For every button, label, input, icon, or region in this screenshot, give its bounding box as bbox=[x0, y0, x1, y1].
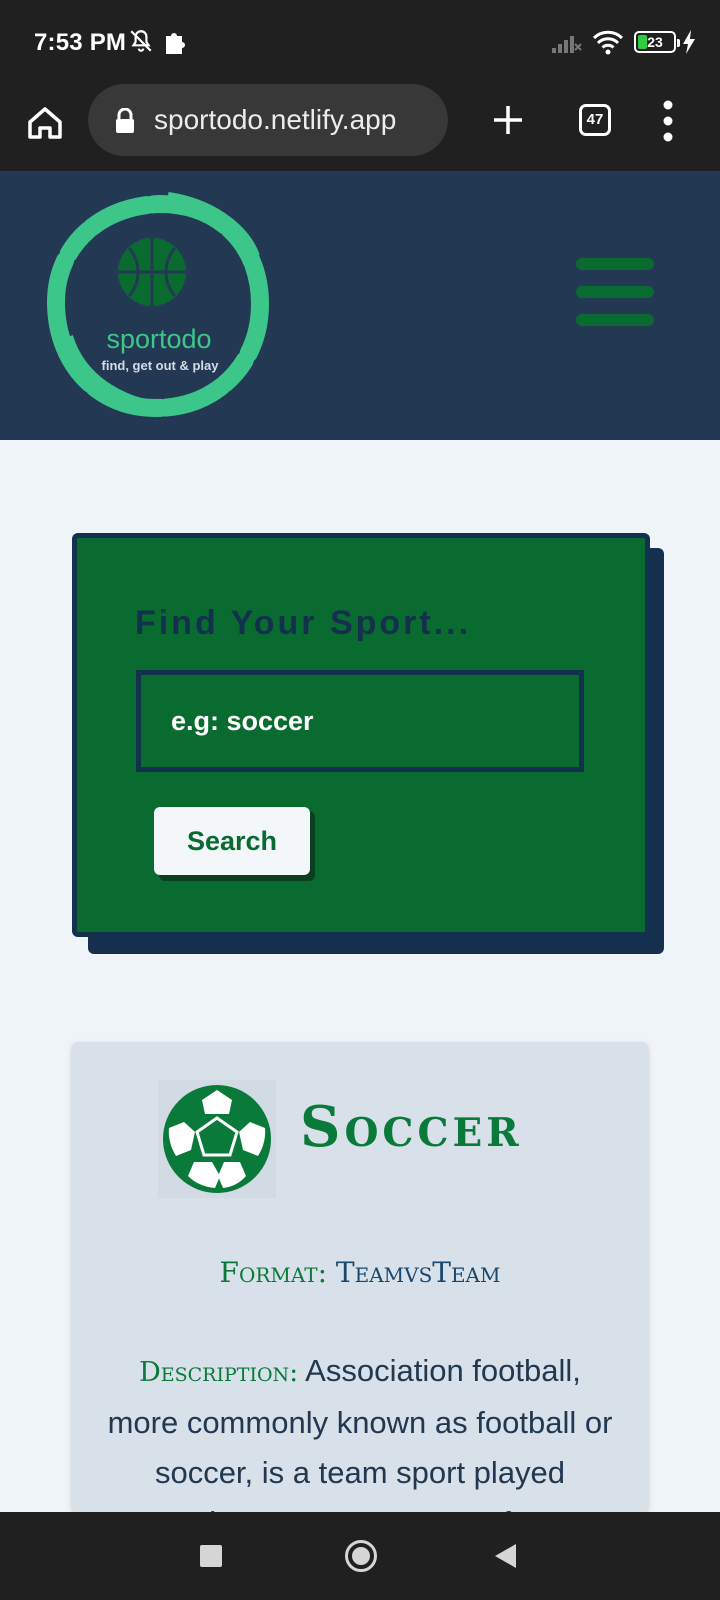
plus-icon[interactable] bbox=[488, 100, 528, 140]
charging-bolt-icon bbox=[681, 30, 697, 59]
wifi-icon bbox=[592, 29, 624, 60]
sportodo-logo[interactable]: sportodo find, get out & play bbox=[40, 186, 280, 426]
soccer-ball-icon bbox=[158, 1080, 276, 1198]
search-title: Find Your Sport... bbox=[135, 604, 472, 642]
battery-nub bbox=[677, 39, 680, 47]
home-icon[interactable] bbox=[24, 102, 66, 144]
basketball-icon bbox=[118, 238, 186, 306]
status-time: 7:53 PM bbox=[34, 29, 127, 56]
hamburger-icon[interactable] bbox=[576, 258, 654, 326]
recents-icon[interactable] bbox=[200, 1545, 222, 1567]
sport-card: Soccer Format: TeamvsTeam Description: A… bbox=[72, 1042, 648, 1512]
address-bar[interactable]: sportodo.netlify.app bbox=[88, 84, 448, 156]
search-input[interactable] bbox=[136, 670, 584, 772]
logo-tagline: find, get out & play bbox=[101, 358, 219, 373]
battery-icon: 23 bbox=[634, 31, 680, 53]
back-icon[interactable] bbox=[495, 1544, 516, 1568]
notifications-off-icon bbox=[128, 28, 154, 59]
hamburger-bar bbox=[576, 286, 654, 298]
sport-title: Soccer bbox=[300, 1094, 523, 1160]
navigation-bar bbox=[0, 1512, 720, 1600]
status-bar: 7:53 PM 23 bbox=[0, 0, 720, 84]
search-button[interactable]: Search bbox=[154, 807, 310, 875]
logo-ring bbox=[46, 192, 270, 418]
sport-format: Format: TeamvsTeam bbox=[72, 1256, 648, 1289]
tabs-icon[interactable]: 47 bbox=[579, 104, 611, 136]
format-value: TeamvsTeam bbox=[335, 1256, 501, 1289]
url-text: sportodo.netlify.app bbox=[154, 104, 397, 135]
puzzle-icon bbox=[163, 29, 187, 60]
format-label: Format: bbox=[219, 1256, 328, 1289]
logo-name: sportodo bbox=[106, 324, 212, 354]
browser-toolbar: sportodo.netlify.app 47 bbox=[0, 84, 720, 172]
description-label: Description: bbox=[139, 1357, 299, 1388]
more-vert-icon[interactable] bbox=[658, 98, 678, 144]
site-header: sportodo find, get out & play bbox=[0, 172, 720, 440]
battery-level: 23 bbox=[647, 34, 663, 50]
search-card: Find Your Sport... Search bbox=[72, 533, 650, 937]
sport-description: Description: Association football, more … bbox=[102, 1346, 618, 1512]
signal-icon bbox=[552, 30, 582, 59]
hamburger-bar bbox=[576, 258, 654, 270]
lock-icon bbox=[114, 107, 136, 139]
home-circle-icon[interactable] bbox=[345, 1540, 377, 1572]
hamburger-bar bbox=[576, 314, 654, 326]
